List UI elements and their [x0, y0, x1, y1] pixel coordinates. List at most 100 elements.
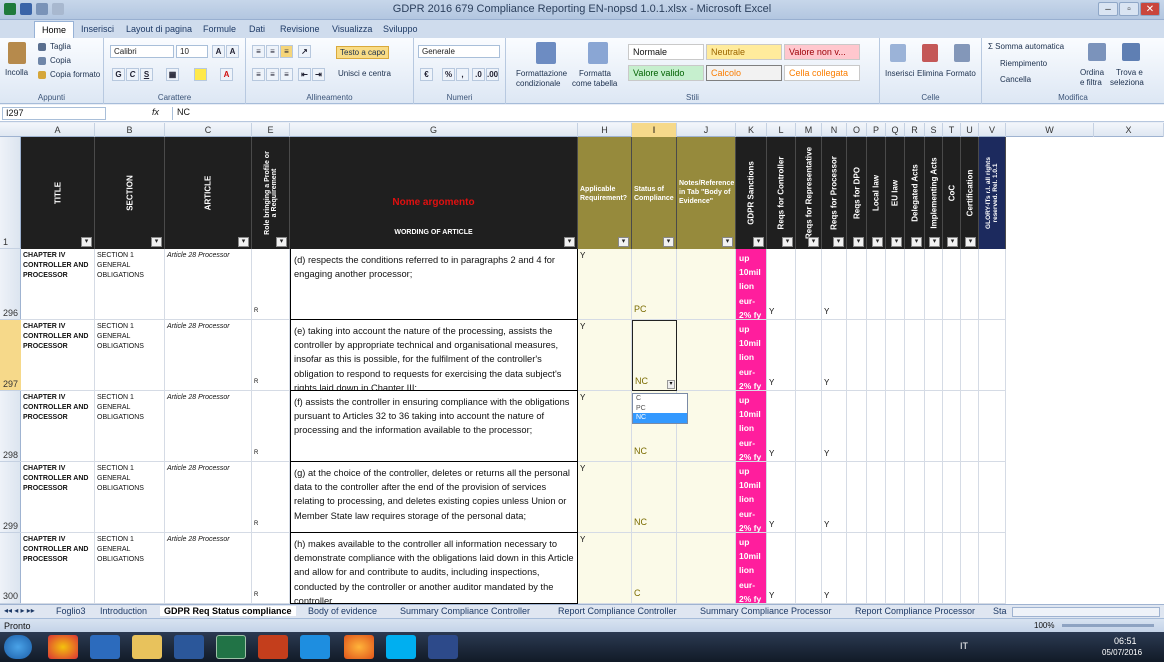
- cell-text-300[interactable]: (h) makes available to the controller al…: [290, 533, 578, 604]
- cell-t-299[interactable]: [943, 462, 961, 533]
- currency-button[interactable]: €: [420, 68, 433, 81]
- sheet-tab-report-controller[interactable]: Report Compliance Controller: [558, 606, 677, 616]
- style-linked-cell[interactable]: Cella collegata: [784, 65, 860, 81]
- cell-p-299[interactable]: [867, 462, 886, 533]
- sort-filter-line1[interactable]: Ordina: [1080, 68, 1104, 77]
- tab-formulas[interactable]: Formule: [196, 23, 243, 35]
- align-left-button[interactable]: ≡: [252, 68, 265, 81]
- increase-decimal-button[interactable]: .0: [472, 68, 485, 81]
- sort-filter-line2[interactable]: e filtra: [1080, 78, 1102, 87]
- column-header-x[interactable]: X: [1094, 123, 1164, 137]
- tab-home[interactable]: Home: [34, 21, 75, 38]
- column-header-w[interactable]: W: [1006, 123, 1094, 137]
- close-button[interactable]: ✕: [1140, 2, 1160, 16]
- cell-i-296[interactable]: PC: [632, 249, 677, 320]
- column-header-s[interactable]: S: [925, 123, 943, 137]
- cell-k-297[interactable]: up 10mil lion eur- 2% fy: [736, 320, 767, 391]
- clock-date[interactable]: 05/07/2016: [1102, 648, 1142, 657]
- sheet-tab-report-processor[interactable]: Report Compliance Processor: [855, 606, 975, 616]
- paste-icon[interactable]: [8, 42, 26, 64]
- wrap-text-button[interactable]: Testo a capo: [336, 46, 390, 59]
- conditional-format-line2[interactable]: condizionale: [516, 79, 560, 88]
- filter-icon[interactable]: ▾: [853, 237, 864, 247]
- format-painter-button[interactable]: Copia formato: [50, 70, 100, 79]
- cell-u-296[interactable]: [961, 249, 979, 320]
- cell-o-296[interactable]: [847, 249, 867, 320]
- cell-r-300[interactable]: R: [252, 533, 290, 604]
- cell-text-296[interactable]: (d) respects the conditions referred to …: [290, 249, 578, 320]
- cell-m-299[interactable]: [796, 462, 822, 533]
- name-box[interactable]: I297: [2, 107, 106, 120]
- cell-s-300[interactable]: [925, 533, 943, 604]
- cell-q-296[interactable]: [886, 249, 905, 320]
- header-notes[interactable]: Notes/Reference in Tab "Body of Evidence…: [677, 137, 736, 249]
- filter-icon[interactable]: ▾: [618, 237, 629, 247]
- cell-t-298[interactable]: [943, 391, 961, 462]
- format-table-line1[interactable]: Formatta: [579, 69, 611, 78]
- cell-n-300[interactable]: Y: [822, 533, 847, 604]
- dropdown-option-c[interactable]: C: [633, 394, 687, 404]
- filter-icon[interactable]: ▾: [753, 237, 764, 247]
- grow-font-button[interactable]: A: [212, 45, 225, 58]
- cell-article-300[interactable]: Article 28 Processor: [165, 533, 252, 604]
- filter-icon[interactable]: ▾: [238, 237, 249, 247]
- filter-icon[interactable]: ▾: [891, 237, 902, 247]
- minimize-button[interactable]: –: [1098, 2, 1118, 16]
- restore-button[interactable]: ▫: [1119, 2, 1139, 16]
- header-controller[interactable]: Reqs for Controller ▾: [767, 137, 796, 249]
- filter-icon[interactable]: ▾: [564, 237, 575, 247]
- cell-text-297[interactable]: (e) taking into account the nature of th…: [290, 320, 578, 391]
- cell-article-299[interactable]: Article 28 Processor: [165, 462, 252, 533]
- cell-l-296[interactable]: Y: [767, 249, 796, 320]
- cell-r-297[interactable]: R: [252, 320, 290, 391]
- column-header-h[interactable]: H: [578, 123, 632, 137]
- cell-k-299[interactable]: up 10mil lion eur- 2% fy: [736, 462, 767, 533]
- cell-l-297[interactable]: Y: [767, 320, 796, 391]
- row-header-298[interactable]: 298: [0, 391, 21, 462]
- cell-q-299[interactable]: [886, 462, 905, 533]
- horizontal-scrollbar[interactable]: [1012, 607, 1160, 617]
- start-button[interactable]: [4, 635, 32, 659]
- cell-k-298[interactable]: up 10mil lion eur- 2% fy: [736, 391, 767, 462]
- filter-icon[interactable]: ▾: [872, 237, 883, 247]
- cell-m-297[interactable]: [796, 320, 822, 391]
- cell-t-300[interactable]: [943, 533, 961, 604]
- align-center-button[interactable]: ≡: [266, 68, 279, 81]
- align-right-button[interactable]: ≡: [280, 68, 293, 81]
- zoom-level[interactable]: 100%: [1034, 621, 1054, 630]
- cell-l-300[interactable]: Y: [767, 533, 796, 604]
- find-select-line2[interactable]: seleziona: [1110, 78, 1144, 87]
- cell-u-298[interactable]: [961, 391, 979, 462]
- header-section[interactable]: SECTION ▾: [95, 137, 165, 249]
- cell-j-296[interactable]: [677, 249, 736, 320]
- filter-icon[interactable]: ▾: [151, 237, 162, 247]
- thousands-button[interactable]: ,: [456, 68, 469, 81]
- cell-section-296[interactable]: SECTION 1 GENERAL OBLIGATIONS: [95, 249, 165, 320]
- cell-rr-300[interactable]: [905, 533, 925, 604]
- cell-n-299[interactable]: Y: [822, 462, 847, 533]
- cell-title-299[interactable]: CHAPTER IV CONTROLLER AND PROCESSOR: [21, 462, 95, 533]
- cell-section-299[interactable]: SECTION 1 GENERAL OBLIGATIONS: [95, 462, 165, 533]
- cell-k-296[interactable]: up 10mil lion eur- 2% fy: [736, 249, 767, 320]
- cell-p-298[interactable]: [867, 391, 886, 462]
- cell-rr-299[interactable]: [905, 462, 925, 533]
- filter-icon[interactable]: ▾: [833, 237, 844, 247]
- decrease-decimal-button[interactable]: .00: [486, 68, 499, 81]
- cell-v-297[interactable]: [979, 320, 1006, 391]
- header-title[interactable]: TITLE ▾: [21, 137, 95, 249]
- font-size-select[interactable]: 10: [176, 45, 208, 58]
- skype-icon[interactable]: [386, 635, 416, 659]
- column-header-j[interactable]: J: [677, 123, 736, 137]
- align-bottom-button[interactable]: ≡: [280, 45, 293, 58]
- clear-button[interactable]: Cancella: [1000, 75, 1031, 84]
- powerpoint-icon[interactable]: [258, 635, 288, 659]
- header-representative[interactable]: Reqs for Representative ▾: [796, 137, 822, 249]
- cell-article-298[interactable]: Article 28 Processor: [165, 391, 252, 462]
- cell-p-300[interactable]: [867, 533, 886, 604]
- column-header-o[interactable]: O: [847, 123, 867, 137]
- header-implementing[interactable]: Implementing Acts ▾: [925, 137, 943, 249]
- header-wording[interactable]: Nome argomento WORDING OF ARTICLE ▾: [290, 137, 578, 249]
- cell-section-298[interactable]: SECTION 1 GENERAL OBLIGATIONS: [95, 391, 165, 462]
- column-header-t[interactable]: T: [943, 123, 961, 137]
- cell-i-299[interactable]: NC: [632, 462, 677, 533]
